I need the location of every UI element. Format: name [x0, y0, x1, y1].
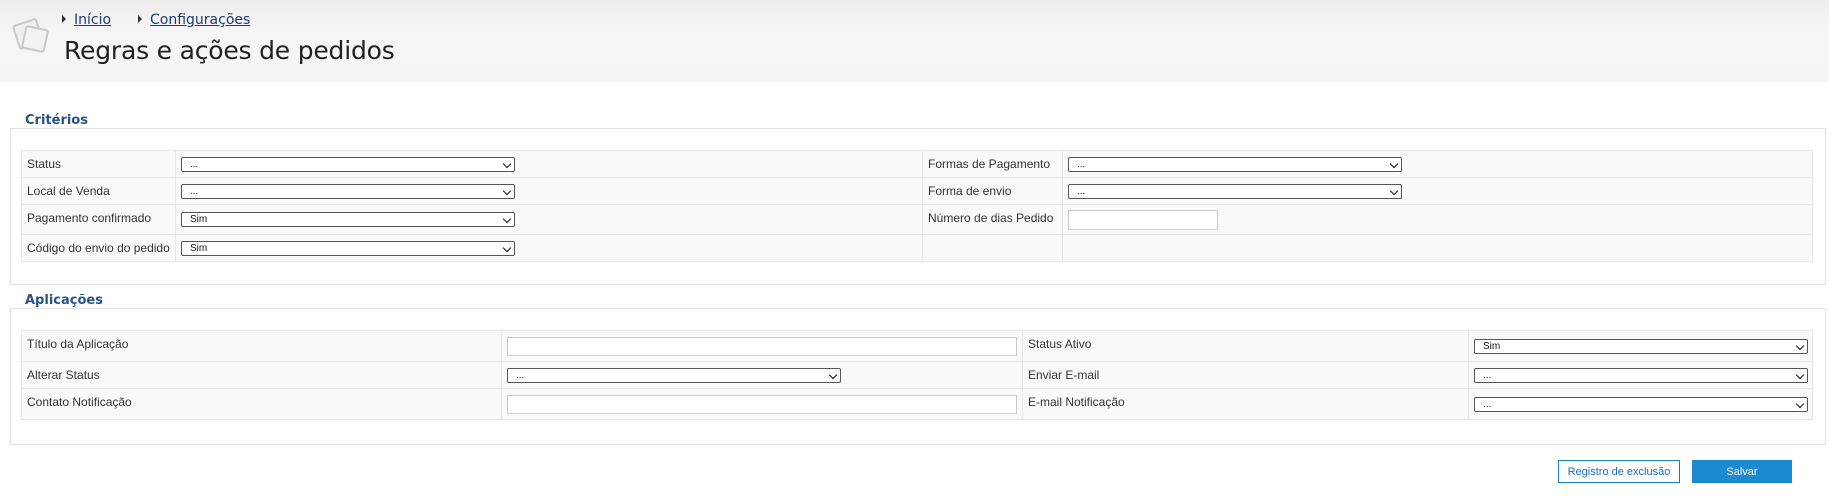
- breadcrumb-item-settings: Configurações: [138, 12, 250, 28]
- chevron-down-icon: [502, 186, 512, 195]
- save-button[interactable]: Salvar: [1692, 460, 1792, 483]
- breadcrumb-link-settings[interactable]: Configurações: [150, 12, 250, 28]
- send-email-select[interactable]: ...: [1474, 367, 1808, 383]
- active-status-cell: Sim: [1468, 330, 1813, 362]
- payment-confirmed-cell: Sim: [175, 204, 923, 235]
- order-days-label: Número de dias Pedido: [922, 204, 1063, 235]
- applications-row: Contato Notificação E-mail Notificação .…: [21, 388, 1813, 420]
- sale-location-cell: ...: [175, 177, 923, 205]
- chevron-down-icon: [502, 159, 512, 168]
- app-title-input[interactable]: [507, 336, 1017, 356]
- order-days-cell: [1062, 204, 1813, 235]
- send-email-select-value: ...: [1483, 369, 1492, 381]
- payment-forms-label: Formas de Pagamento: [922, 150, 1063, 178]
- notification-email-select[interactable]: ...: [1474, 396, 1808, 412]
- change-status-cell: ...: [501, 361, 1023, 389]
- payment-forms-cell: ...: [1062, 150, 1813, 178]
- caret-right-icon: [138, 15, 142, 23]
- chevron-down-icon: [1795, 370, 1805, 379]
- notification-contact-cell: [501, 388, 1023, 420]
- status-select-value: ...: [190, 158, 199, 170]
- status-select[interactable]: ...: [181, 156, 515, 172]
- applications-row: Alterar Status ... Enviar E-mail ...: [21, 361, 1813, 389]
- shipping-form-label: Forma de envio: [922, 177, 1063, 205]
- applications-row: Título da Aplicação Status Ativo Sim: [21, 330, 1813, 362]
- notification-email-label: E-mail Notificação: [1022, 388, 1469, 420]
- chevron-down-icon: [1389, 186, 1399, 195]
- applications-legend: Aplicações: [23, 293, 105, 308]
- shipping-code-select-value: Sim: [190, 242, 208, 254]
- criteria-row: Local de Venda ... Forma de envio ...: [21, 177, 1813, 205]
- caret-right-icon: [62, 15, 66, 23]
- app-title-cell: [501, 330, 1023, 362]
- documents-icon: [12, 18, 49, 53]
- criteria-legend: Critérios: [23, 113, 90, 128]
- criteria-table: Status ... Formas de Pagamento ... Local…: [21, 150, 1813, 262]
- chevron-down-icon: [1795, 399, 1805, 408]
- breadcrumb-item-home: Início: [62, 12, 111, 28]
- exclusion-log-button[interactable]: Registro de exclusão: [1558, 460, 1680, 483]
- payment-forms-select[interactable]: ...: [1068, 156, 1402, 172]
- notification-contact-input[interactable]: [507, 394, 1017, 414]
- empty-cell: [922, 234, 1063, 262]
- criteria-row: Código do envio do pedido Sim: [21, 234, 1813, 262]
- breadcrumb-link-home[interactable]: Início: [74, 12, 111, 28]
- sale-location-label: Local de Venda: [21, 177, 176, 205]
- shipping-code-label: Código do envio do pedido: [21, 234, 176, 262]
- chevron-down-icon: [1389, 159, 1399, 168]
- criteria-row: Status ... Formas de Pagamento ...: [21, 150, 1813, 178]
- notification-contact-label: Contato Notificação: [21, 388, 502, 420]
- payment-confirmed-label: Pagamento confirmado: [21, 204, 176, 235]
- change-status-select[interactable]: ...: [507, 367, 841, 383]
- applications-table: Título da Aplicação Status Ativo Sim Alt…: [21, 330, 1813, 420]
- shipping-form-select-value: ...: [1077, 185, 1086, 197]
- page-header: Início Configurações Regras e ações de p…: [0, 0, 1829, 82]
- send-email-label: Enviar E-mail: [1022, 361, 1469, 389]
- active-status-label: Status Ativo: [1022, 330, 1469, 362]
- sale-location-select[interactable]: ...: [181, 183, 515, 199]
- payment-confirmed-select[interactable]: Sim: [181, 212, 515, 227]
- criteria-row: Pagamento confirmado Sim Número de dias …: [21, 204, 1813, 235]
- app-title-label: Título da Aplicação: [21, 330, 502, 362]
- change-status-select-value: ...: [516, 369, 525, 381]
- change-status-label: Alterar Status: [21, 361, 502, 389]
- shipping-code-select[interactable]: Sim: [181, 240, 515, 256]
- order-days-input[interactable]: [1068, 209, 1218, 230]
- notification-email-cell: ...: [1468, 388, 1813, 420]
- status-cell: ...: [175, 150, 923, 178]
- shipping-code-cell: Sim: [175, 234, 923, 262]
- sale-location-select-value: ...: [190, 185, 199, 197]
- page-title: Regras e ações de pedidos: [64, 36, 395, 65]
- notification-email-select-value: ...: [1483, 398, 1492, 410]
- payment-forms-select-value: ...: [1077, 158, 1086, 170]
- payment-confirmed-select-value: Sim: [190, 214, 208, 225]
- active-status-select-value: Sim: [1483, 340, 1501, 352]
- active-status-select[interactable]: Sim: [1474, 338, 1808, 354]
- chevron-down-icon: [502, 243, 512, 252]
- status-label: Status: [21, 150, 176, 178]
- shipping-form-select[interactable]: ...: [1068, 183, 1402, 199]
- chevron-down-icon: [828, 370, 838, 379]
- chevron-down-icon: [502, 214, 512, 224]
- send-email-cell: ...: [1468, 361, 1813, 389]
- chevron-down-icon: [1795, 341, 1805, 350]
- shipping-form-cell: ...: [1062, 177, 1813, 205]
- empty-cell: [1062, 234, 1813, 262]
